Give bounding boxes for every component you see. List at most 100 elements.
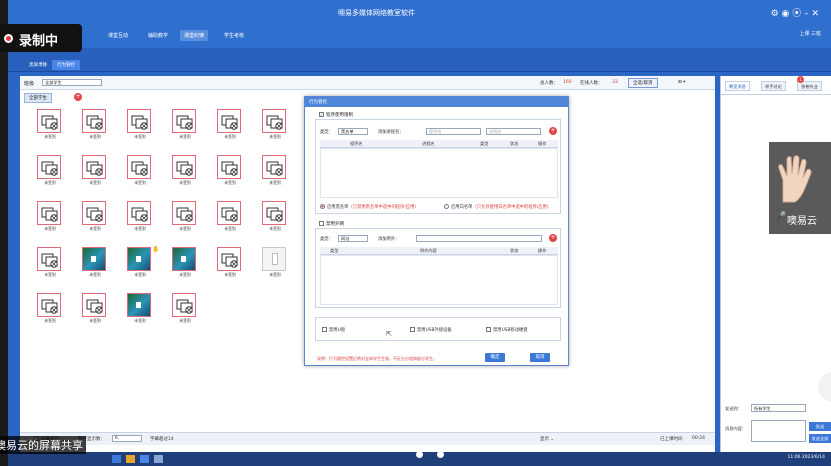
web-limit-label: 禁用外网 [326, 222, 344, 227]
student-status-label: 未签到 [224, 180, 236, 185]
page-dot[interactable] [416, 451, 423, 458]
nav-tab-teaching-aid[interactable]: 辅助教学 [144, 30, 172, 41]
student-computer[interactable]: 未签到 [35, 106, 65, 142]
checkbox-icon [410, 327, 415, 332]
student-computer[interactable]: 未签到 [260, 244, 290, 280]
camera-label: 噢易云 [787, 216, 817, 227]
student-computer[interactable]: 未签到 [80, 290, 110, 326]
app-icon-folder[interactable] [126, 455, 135, 463]
app-icon-classroom[interactable] [140, 455, 149, 463]
student-computer[interactable]: 未签到 [125, 152, 155, 188]
send-button[interactable]: 发送 [809, 422, 831, 431]
student-computer[interactable]: 未签到 [170, 198, 200, 234]
radio-whitelist[interactable]: 启用白名单（只允许使用白名单中选中的程序/应用） [444, 204, 551, 210]
screen: 噢易多媒体网络教室软件 ⚙ ◉ ⦿ – ✕ 课堂互动 辅助教学 课堂纪律 学生考… [8, 0, 831, 466]
student-computer[interactable]: 未签到 [215, 152, 245, 188]
disable-usb-device-option[interactable]: 禁用USB外接设备 [410, 327, 452, 333]
offline-computer-icon [37, 247, 61, 271]
subtab-blackout[interactable]: 黑屏肃静 [24, 60, 52, 70]
disable-usb-disk-option[interactable]: 禁用USB移动硬盘 [486, 327, 528, 333]
disable-udisk-option[interactable]: 禁用U盘 [322, 327, 345, 333]
student-status-label: 未签到 [89, 318, 101, 323]
disable-udisk-label: 禁用U盘 [329, 328, 346, 333]
col-exception: 例外内容 [420, 248, 437, 253]
radio-blacklist[interactable]: 启用黑名单（只禁用黑名单中选中的程序/应用） [320, 204, 419, 210]
student-computer[interactable]: 未签到 [260, 152, 290, 188]
app-icon-explorer[interactable] [112, 455, 121, 463]
student-status-label: 未签到 [44, 226, 56, 231]
add-exception-icon[interactable]: + [549, 234, 557, 242]
web-type-select[interactable]: 网址 [338, 235, 368, 242]
send-to-select[interactable]: 所有学生 [751, 404, 806, 412]
col-status: 状态 [510, 141, 519, 146]
page-indicator[interactable] [416, 451, 458, 460]
student-computer[interactable]: 未签到 [260, 198, 290, 234]
user-info[interactable]: 上课 三班 [799, 30, 821, 37]
window-controls[interactable]: ⚙ ◉ ⦿ – ✕ [771, 6, 819, 19]
student-computer[interactable]: 未签到 [125, 198, 155, 234]
send-all-button[interactable]: 发送全部 [809, 434, 831, 443]
col-process-name: 进程名 [422, 141, 435, 146]
nav-tab-class-interaction[interactable]: 课堂互动 [104, 30, 132, 41]
student-computer[interactable]: ✋ 未签到 [125, 244, 159, 280]
student-computer[interactable]: 未签到 [170, 244, 200, 280]
per-row-input[interactable]: 6 [112, 435, 142, 442]
add-program-icon[interactable]: + [549, 127, 557, 135]
student-computer[interactable]: 未签到 [215, 106, 245, 142]
student-computer[interactable]: 未签到 [125, 106, 155, 142]
student-status-label: 未签到 [134, 134, 146, 139]
subtab-behavior-control[interactable]: 行为管控 [52, 60, 80, 70]
col-status: 状态 [510, 248, 519, 253]
process-name-input[interactable]: 进程名 [486, 128, 541, 135]
exception-input[interactable] [416, 235, 542, 242]
student-computer[interactable]: 未签到 [35, 198, 65, 234]
unread-badge: 1 [797, 76, 804, 83]
disable-usb-disk-label: 禁用USB移动硬盘 [493, 328, 528, 333]
nav-tab-discipline[interactable]: 课堂纪律 [180, 30, 209, 41]
student-computer[interactable]: 未签到 [170, 290, 200, 326]
student-status-label: 未签到 [179, 272, 191, 277]
cancel-button[interactable]: 取消 [530, 353, 550, 362]
tab-class-messages[interactable]: 教室消息 [725, 81, 750, 91]
student-status-label: 未签到 [269, 134, 281, 139]
checkbox-icon [319, 112, 324, 117]
tray-time: 11:06 [787, 455, 801, 460]
app-icon-settings[interactable] [154, 455, 163, 463]
send-to-label: 发送到： [725, 406, 742, 411]
checkbox-icon [319, 221, 324, 226]
offline-computer-icon [37, 155, 61, 179]
title-bar [8, 0, 831, 26]
add-exception-label: 添加例外： [378, 237, 400, 242]
message-input[interactable] [751, 420, 806, 442]
tab-hand-raise[interactable]: 举手讨论 [761, 81, 786, 91]
student-computer[interactable]: 未签到 [170, 152, 200, 188]
col-action: 操作 [538, 248, 547, 253]
nav-tab-assessment[interactable]: 学生考核 [220, 30, 248, 41]
page-dot[interactable] [437, 451, 444, 458]
web-limit-check[interactable]: 禁用外网 [319, 221, 344, 227]
student-computer[interactable]: 未签到 [80, 244, 110, 280]
program-type-select[interactable]: 黑名单 [338, 128, 368, 135]
student-computer[interactable]: 未签到 [35, 152, 65, 188]
student-computer[interactable]: 未签到 [80, 152, 110, 188]
program-limit-check[interactable]: 程序使用限制 [319, 112, 353, 118]
student-status-label: 未签到 [134, 318, 146, 323]
student-computer[interactable]: 未签到 [125, 290, 155, 326]
student-computer[interactable]: 未签到 [260, 106, 290, 142]
display-select[interactable]: 显示 ⌄ [540, 436, 554, 442]
recording-badge: 录制中 [0, 24, 82, 52]
offline-computer-icon [172, 109, 196, 133]
student-computer[interactable]: 未签到 [215, 244, 245, 280]
student-computer[interactable]: 未签到 [35, 290, 65, 326]
student-computer[interactable]: 未签到 [170, 106, 200, 142]
dialog-title: 行为管控 [305, 97, 568, 107]
student-computer[interactable]: 未签到 [80, 106, 110, 142]
web-type-label: 类型： [320, 237, 333, 242]
student-computer[interactable]: 未签到 [80, 198, 110, 234]
student-computer[interactable]: 未签到 [35, 244, 65, 280]
program-name-input[interactable]: 程序名 [426, 128, 481, 135]
radio-icon [444, 204, 449, 209]
ok-button[interactable]: 确定 [485, 353, 505, 362]
whitelist-note: （只允许使用白名单中选中的程序/应用） [472, 205, 552, 210]
student-computer[interactable]: 未签到 [215, 198, 245, 234]
